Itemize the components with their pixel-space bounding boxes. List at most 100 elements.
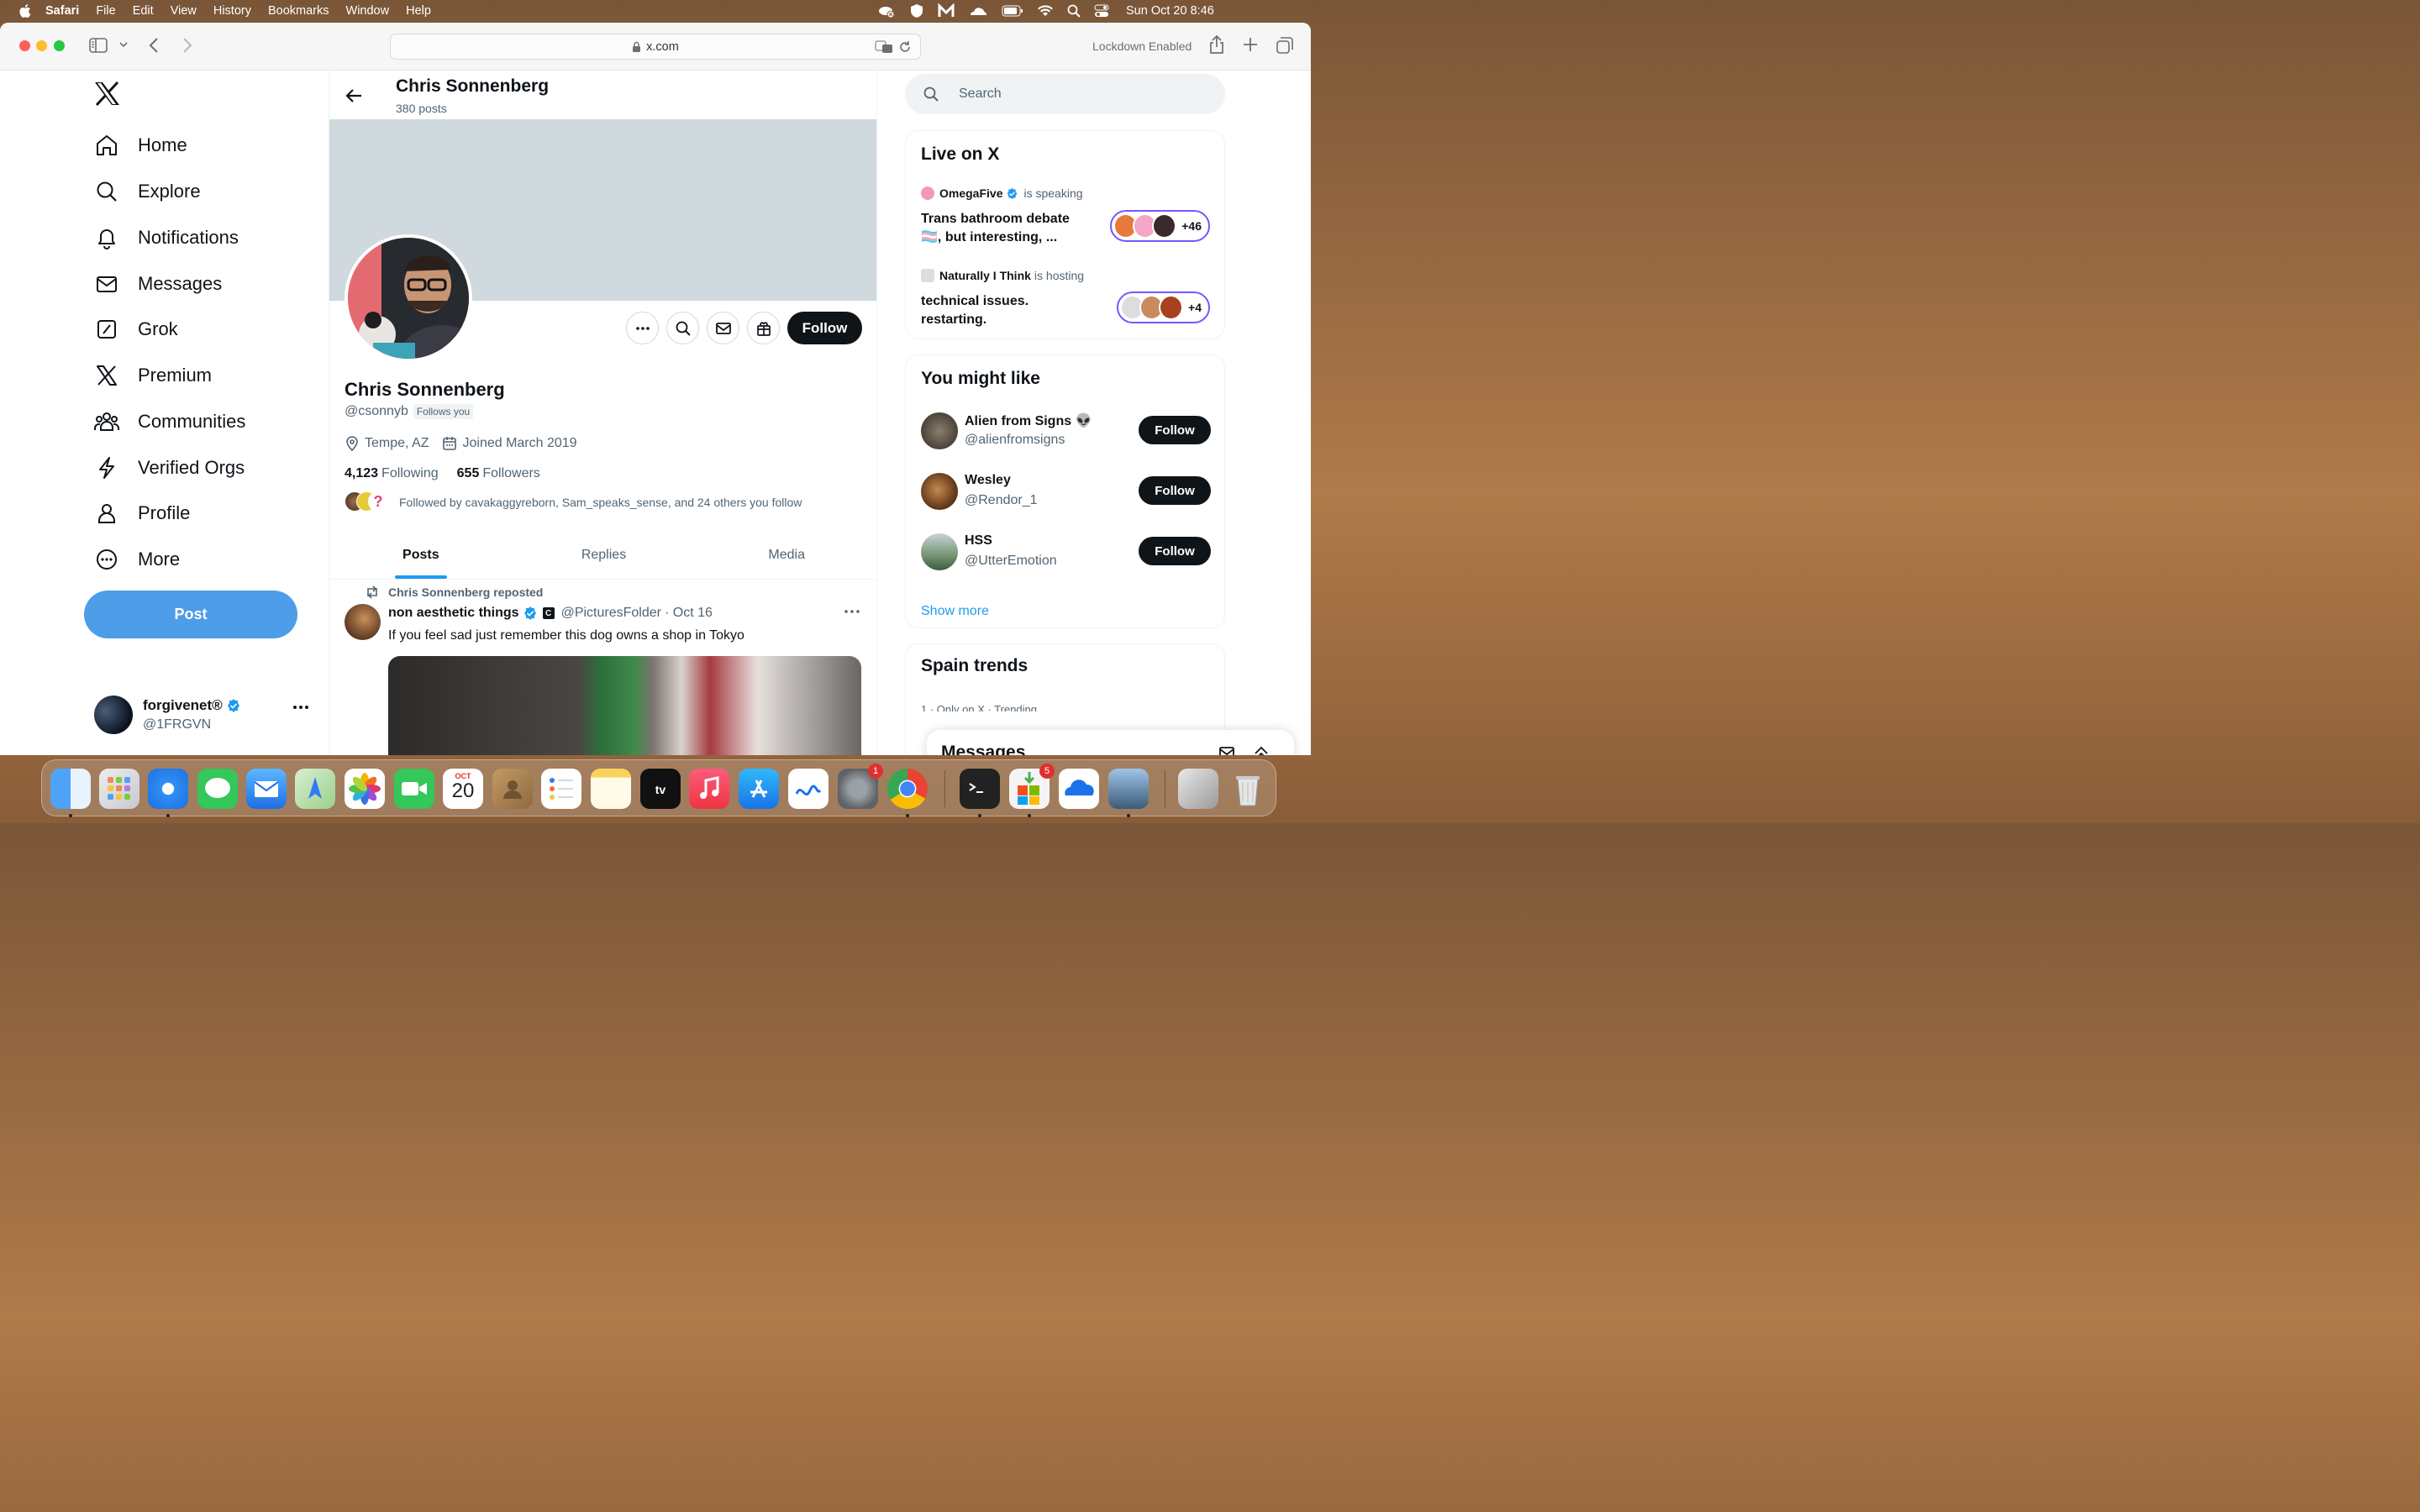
nav-notifications[interactable]: Notifications: [94, 225, 239, 250]
post-button[interactable]: Post: [84, 591, 297, 638]
suggested-user[interactable]: HSS @UtterEmotion Follow: [921, 532, 1211, 572]
space-title[interactable]: Trans bathroom debate 🏳️‍⚧️, but interes…: [921, 210, 1089, 247]
finder-icon[interactable]: [50, 769, 91, 809]
back-button[interactable]: [147, 36, 162, 55]
expand-up-icon[interactable]: [1253, 745, 1270, 755]
space-host-row[interactable]: OmegaFive is speaking: [921, 186, 1083, 200]
messages-drawer[interactable]: Messages: [927, 730, 1294, 755]
space-listeners-pill[interactable]: +46: [1110, 210, 1210, 242]
reload-icon[interactable]: [898, 40, 912, 54]
onedrive-icon[interactable]: [1059, 769, 1099, 809]
tab-media[interactable]: Media: [695, 532, 876, 579]
launchpad-icon[interactable]: [99, 769, 139, 809]
cloudflare-icon[interactable]: [968, 4, 988, 18]
cloud-sync-icon[interactable]: [877, 3, 896, 18]
tab-posts[interactable]: Posts: [329, 532, 513, 579]
address-bar[interactable]: x.com: [390, 34, 921, 60]
followed-by-row[interactable]: ? Followed by cavakaggyreborn, Sam_speak…: [345, 491, 802, 513]
search-input[interactable]: Search: [905, 74, 1225, 114]
new-tab-icon[interactable]: [1242, 36, 1259, 53]
notes-icon[interactable]: [591, 769, 631, 809]
nav-home[interactable]: Home: [94, 133, 187, 158]
menu-view[interactable]: View: [171, 4, 197, 18]
minimize-window-button[interactable]: [36, 40, 47, 51]
tweet-handle[interactable]: @PicturesFolder: [561, 606, 661, 621]
share-icon[interactable]: [1208, 34, 1225, 55]
avatar[interactable]: [345, 604, 381, 640]
shield-icon[interactable]: [909, 3, 924, 18]
menu-edit[interactable]: Edit: [133, 4, 154, 18]
preview-icon[interactable]: [1108, 769, 1149, 809]
suggested-user[interactable]: Alien from Signs 👽 @alienfromsigns Follo…: [921, 411, 1211, 451]
calendar-icon[interactable]: OCT 20: [443, 769, 483, 809]
menu-history[interactable]: History: [213, 4, 251, 18]
terminal-icon[interactable]: [960, 769, 1000, 809]
app-store-icon[interactable]: [739, 769, 779, 809]
sidebar-toggle-icon[interactable]: [88, 36, 108, 55]
nav-profile[interactable]: Profile: [94, 501, 190, 526]
menu-file[interactable]: File: [96, 4, 115, 18]
follow-button[interactable]: Follow: [787, 312, 862, 344]
downloads-folder-icon[interactable]: [1178, 769, 1218, 809]
space-listeners-pill[interactable]: +4: [1117, 291, 1210, 323]
profile-avatar[interactable]: [345, 234, 472, 362]
more-dots-icon[interactable]: [844, 609, 860, 614]
menubar-clock[interactable]: Sun Oct 20 8:46: [1126, 4, 1214, 18]
contacts-icon[interactable]: [492, 769, 533, 809]
nav-messages[interactable]: Messages: [94, 271, 222, 297]
tab-overview-icon[interactable]: [1276, 36, 1294, 55]
follow-button[interactable]: Follow: [1139, 476, 1211, 505]
menu-window[interactable]: Window: [346, 4, 390, 18]
menu-app-name[interactable]: Safari: [45, 4, 79, 18]
system-settings-icon[interactable]: 1: [838, 764, 883, 809]
search-profile-button[interactable]: [666, 312, 699, 344]
more-dots-icon[interactable]: [292, 705, 309, 710]
nav-premium[interactable]: Premium: [94, 363, 212, 388]
nav-communities[interactable]: Communities: [94, 409, 245, 434]
back-arrow-icon[interactable]: [345, 87, 363, 105]
apple-tv-icon[interactable]: tv: [640, 769, 681, 809]
nav-grok[interactable]: Grok: [94, 317, 178, 342]
zoom-window-button[interactable]: [54, 40, 65, 51]
mail-m-icon[interactable]: [938, 3, 955, 18]
trash-icon[interactable]: [1228, 769, 1268, 809]
suggested-user[interactable]: Wesley @Rendor_1 Follow: [921, 471, 1211, 512]
followers-link[interactable]: 655 Followers: [457, 466, 540, 481]
more-options-button[interactable]: [626, 312, 659, 344]
new-message-icon[interactable]: [1219, 745, 1238, 755]
tweet-date[interactable]: · Oct 16: [665, 606, 713, 621]
chrome-icon[interactable]: [887, 769, 928, 809]
follow-button[interactable]: Follow: [1139, 537, 1211, 565]
menu-bookmarks[interactable]: Bookmarks: [268, 4, 329, 18]
translate-icon[interactable]: [875, 40, 893, 54]
show-more-link[interactable]: Show more: [921, 604, 989, 619]
installer-icon[interactable]: 5: [1009, 764, 1055, 809]
forward-button[interactable]: [179, 36, 194, 55]
music-icon[interactable]: [689, 769, 729, 809]
subscribe-gift-button[interactable]: [747, 312, 780, 344]
control-center-icon[interactable]: [1094, 4, 1109, 18]
space-host-row[interactable]: Naturally I Think is hosting: [921, 269, 1084, 282]
space-title[interactable]: technical issues. restarting.: [921, 292, 1089, 329]
following-link[interactable]: 4,123 Following: [345, 466, 439, 481]
nav-more[interactable]: More: [94, 547, 180, 572]
close-window-button[interactable]: [19, 40, 30, 51]
follow-button[interactable]: Follow: [1139, 416, 1211, 444]
mail-app-icon[interactable]: [246, 769, 287, 809]
photos-icon[interactable]: [345, 769, 385, 809]
tweet-author[interactable]: non aesthetic things: [388, 606, 519, 621]
message-button[interactable]: [707, 312, 739, 344]
reminders-icon[interactable]: [541, 769, 581, 809]
safari-icon[interactable]: [148, 769, 188, 809]
wifi-icon[interactable]: [1037, 4, 1054, 18]
messages-app-icon[interactable]: [197, 769, 238, 809]
tweet-media[interactable]: [388, 656, 861, 755]
x-logo-icon[interactable]: [94, 81, 120, 106]
nav-verified-orgs[interactable]: Verified Orgs: [94, 455, 245, 480]
battery-icon[interactable]: [1002, 5, 1023, 17]
spotlight-icon[interactable]: [1067, 4, 1081, 18]
nav-explore[interactable]: Explore: [94, 179, 201, 204]
apple-icon[interactable]: [17, 3, 34, 19]
tab-replies[interactable]: Replies: [513, 532, 696, 579]
chevron-down-icon[interactable]: [118, 39, 129, 50]
